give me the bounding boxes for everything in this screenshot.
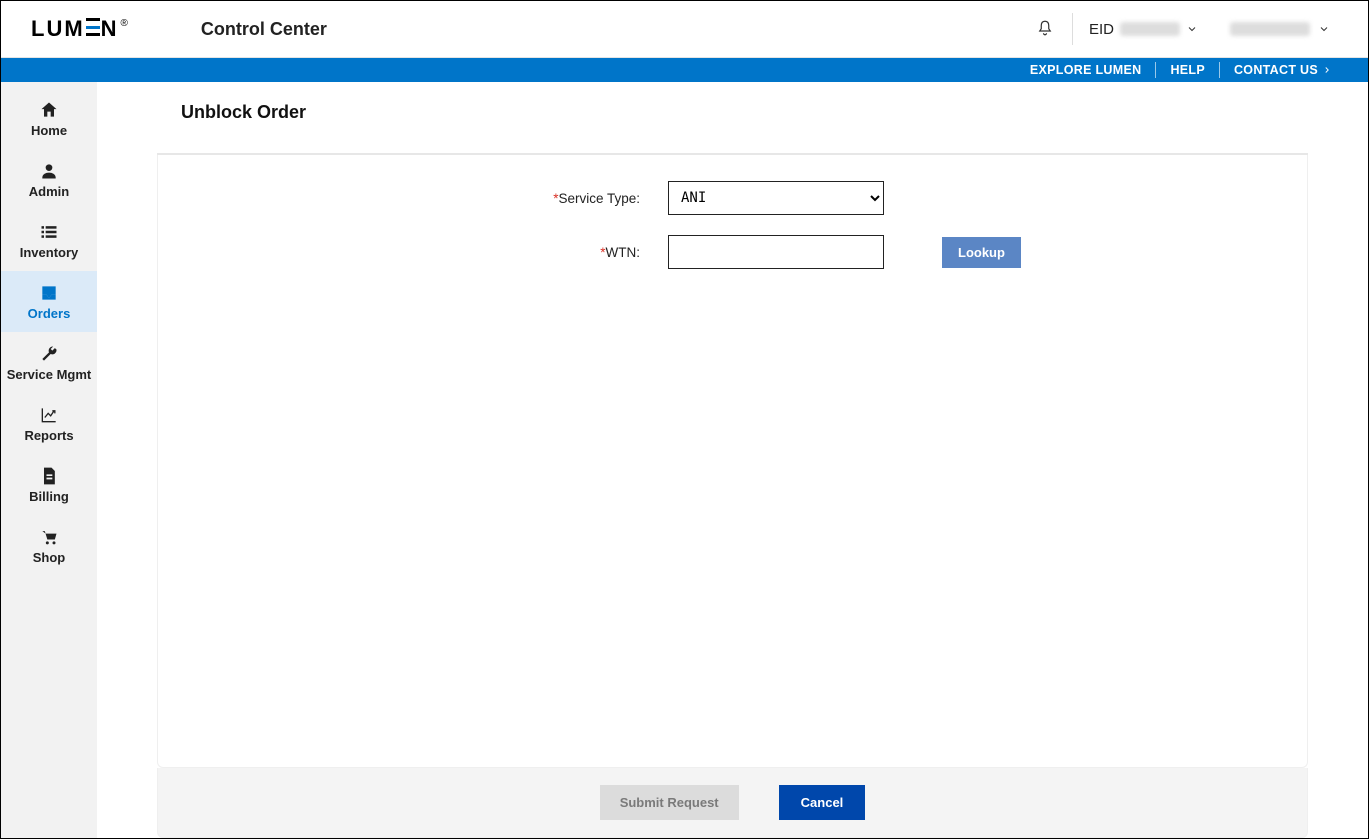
service-type-row: *Service Type: ANI: [198, 181, 1267, 215]
username-redacted: [1230, 22, 1310, 36]
lumen-logo: LUM N ®: [31, 16, 126, 42]
wtn-label: *WTN:: [198, 245, 668, 260]
top-bar: LUM N ® Control Center EID: [1, 1, 1368, 58]
sidebar-item-inventory[interactable]: Inventory: [1, 210, 97, 271]
sidebar-item-shop[interactable]: Shop: [1, 515, 97, 576]
home-icon: [39, 100, 59, 120]
sidebar-item-home[interactable]: Home: [1, 88, 97, 149]
eid-value-redacted: [1120, 22, 1180, 36]
form-footer: Submit Request Cancel: [157, 768, 1308, 838]
help-label: HELP: [1170, 63, 1205, 77]
sidebar-label: Shop: [33, 551, 66, 566]
service-type-label-text: Service Type:: [558, 191, 640, 206]
lookup-button[interactable]: Lookup: [942, 237, 1021, 268]
form-panel: *Service Type: ANI *WTN: Lookup: [157, 155, 1308, 768]
wrench-icon: [39, 344, 59, 364]
sidebar-item-billing[interactable]: Billing: [1, 454, 97, 515]
service-type-label: *Service Type:: [198, 191, 668, 206]
contact-us-label: CONTACT US: [1234, 63, 1318, 77]
explore-lumen-label: EXPLORE LUMEN: [1030, 63, 1142, 77]
list-icon: [39, 222, 59, 242]
help-link[interactable]: HELP: [1156, 63, 1219, 77]
explore-lumen-link[interactable]: EXPLORE LUMEN: [1016, 63, 1156, 77]
utility-nav: EXPLORE LUMEN HELP CONTACT US: [1, 58, 1368, 82]
form-panel-wrapper: *Service Type: ANI *WTN: Lookup Submit R…: [157, 153, 1308, 838]
service-type-select[interactable]: ANI: [668, 181, 884, 215]
user-icon: [39, 161, 59, 181]
chart-icon: [39, 405, 59, 425]
logo-e-icon: [86, 18, 100, 36]
eid-dropdown[interactable]: EID: [1073, 21, 1214, 38]
submit-request-button: Submit Request: [600, 785, 739, 820]
chevron-down-icon: [1186, 23, 1198, 35]
bell-icon: [1036, 18, 1054, 38]
notifications-button[interactable]: [1018, 18, 1072, 41]
sidebar-label: Inventory: [20, 246, 79, 261]
app-title: Control Center: [201, 19, 327, 40]
inbox-icon: [39, 283, 59, 303]
wtn-label-text: WTN:: [606, 245, 641, 260]
wtn-input[interactable]: [668, 235, 884, 269]
cart-icon: [39, 527, 59, 547]
body: Home Admin Inventory Orders Service Mgmt…: [1, 82, 1368, 838]
sidebar-label: Home: [31, 124, 67, 139]
sidebar-label: Admin: [29, 185, 69, 200]
sidebar-label: Reports: [24, 429, 73, 444]
chevron-right-icon: [1322, 65, 1332, 75]
wtn-row: *WTN: Lookup: [198, 235, 1267, 269]
user-dropdown[interactable]: [1214, 22, 1340, 36]
logo-text-right: N: [101, 16, 119, 42]
sidebar: Home Admin Inventory Orders Service Mgmt…: [1, 82, 97, 838]
sidebar-item-orders[interactable]: Orders: [1, 271, 97, 332]
sidebar-label: Service Mgmt: [7, 368, 92, 383]
sidebar-label: Orders: [28, 307, 71, 322]
chevron-down-icon: [1318, 23, 1330, 35]
sidebar-item-admin[interactable]: Admin: [1, 149, 97, 210]
sidebar-item-reports[interactable]: Reports: [1, 393, 97, 454]
topbar-right: EID: [1018, 13, 1340, 45]
eid-label: EID: [1089, 21, 1114, 38]
contact-us-link[interactable]: CONTACT US: [1220, 63, 1346, 77]
registered-mark: ®: [121, 18, 128, 29]
sidebar-item-service-mgmt[interactable]: Service Mgmt: [1, 332, 97, 393]
main-content: Unblock Order *Service Type: ANI *WTN:: [97, 82, 1368, 838]
logo-text-left: LUM: [31, 16, 85, 42]
page-title: Unblock Order: [97, 82, 1368, 153]
sidebar-label: Billing: [29, 490, 69, 505]
document-icon: [39, 466, 59, 486]
cancel-button[interactable]: Cancel: [779, 785, 866, 820]
